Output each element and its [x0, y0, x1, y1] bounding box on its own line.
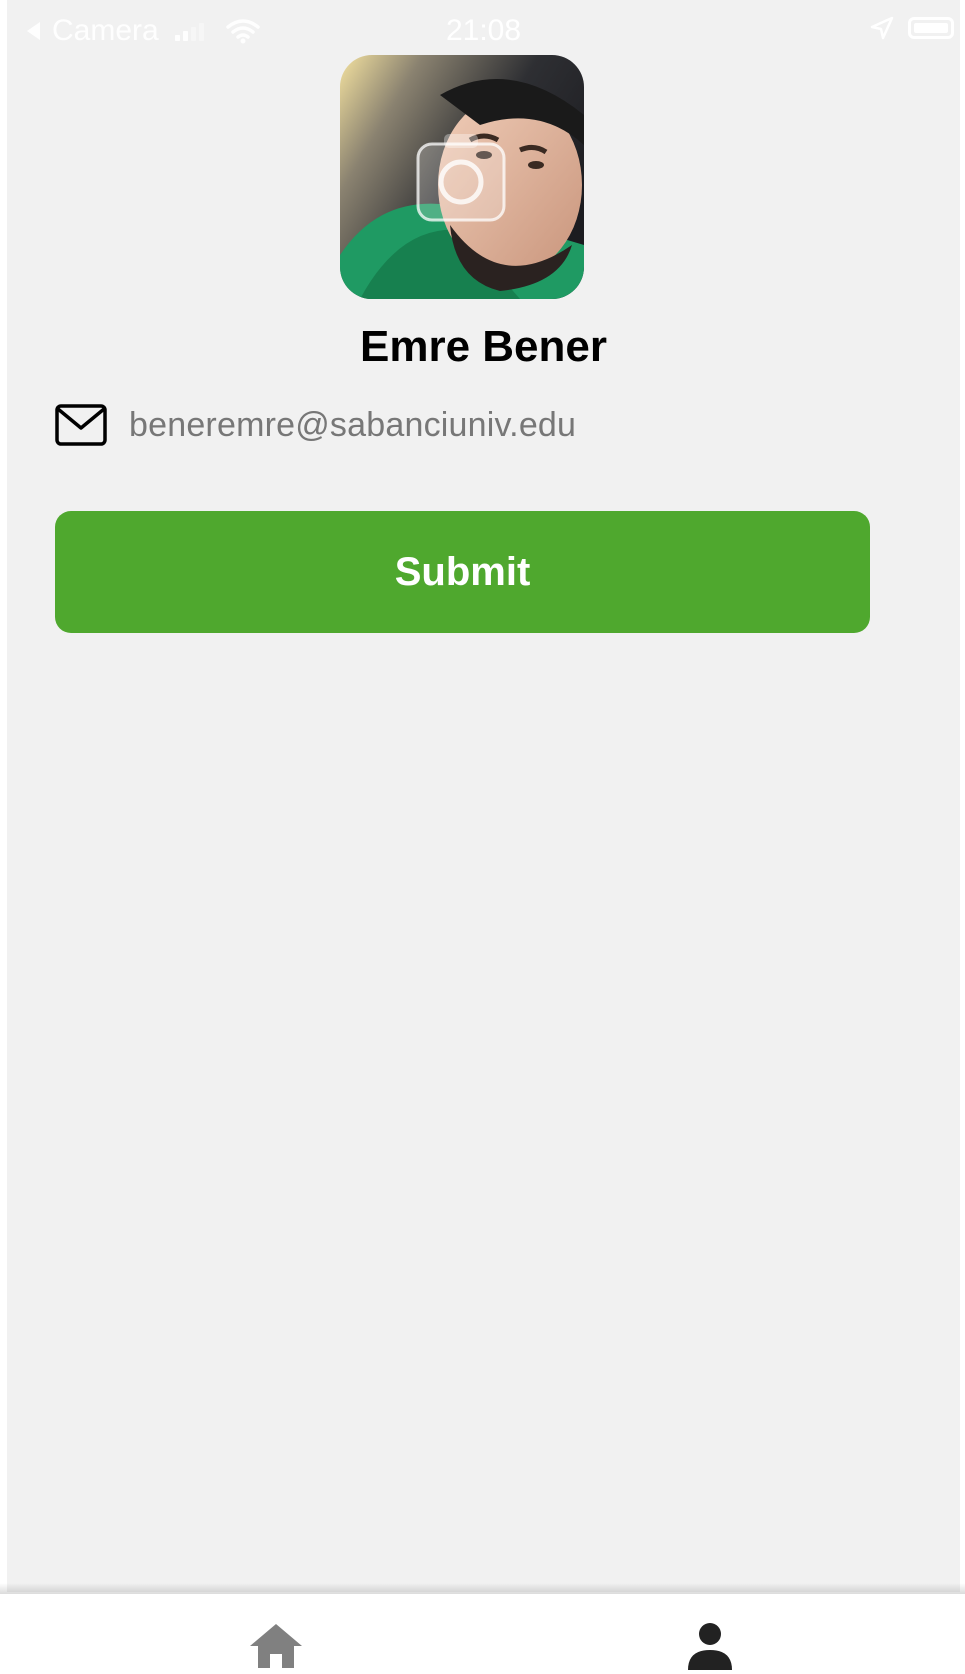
email-text: beneremre@sabanciuniv.edu: [129, 405, 577, 444]
tab-bar: [0, 1594, 965, 1674]
camera-icon: [416, 134, 506, 222]
email-row: beneremre@sabanciuniv.edu: [55, 400, 576, 450]
battery-icon: [908, 17, 954, 39]
profile-avatar[interactable]: [340, 55, 584, 299]
profile-screen: Camera 21:08 Emre Bener beneremre@sabanc…: [7, 0, 960, 1592]
status-time: 21:08: [445, 14, 522, 47]
submit-button[interactable]: Submit: [55, 511, 870, 633]
tab-home[interactable]: [216, 1594, 336, 1674]
tab-profile[interactable]: [650, 1594, 770, 1674]
status-right: [870, 16, 954, 40]
person-icon: [688, 1623, 732, 1670]
location-arrow-icon: [870, 16, 894, 40]
profile-name: Emre Bener: [359, 322, 607, 371]
mail-icon: [55, 404, 107, 446]
home-icon: [250, 1624, 302, 1668]
